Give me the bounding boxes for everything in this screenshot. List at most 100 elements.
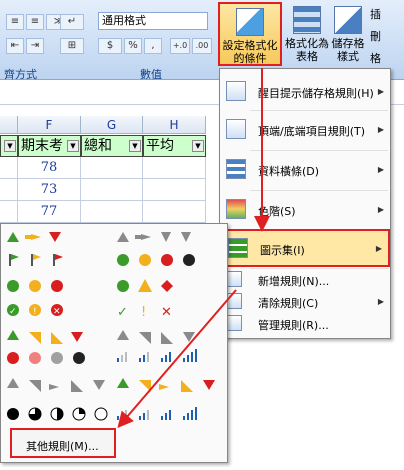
table-cell[interactable] — [143, 157, 206, 179]
icon-set-5-ratings[interactable] — [117, 407, 197, 420]
icon-set-4-ratings[interactable] — [117, 349, 197, 362]
icon-set-4-gray-diagonal-arrows[interactable] — [117, 330, 195, 344]
svg-text:!: ! — [141, 305, 146, 320]
column-header-e[interactable] — [0, 116, 18, 134]
menu-item-label: 色階(S) — [258, 205, 296, 218]
svg-text:✕: ✕ — [161, 305, 172, 320]
icon-set-3-traffic-lights[interactable] — [7, 280, 63, 292]
menu-item-data-bars[interactable]: 資料橫條(D) ▶ — [220, 151, 390, 189]
icon-set-4-traffic-lights[interactable] — [117, 254, 195, 266]
table-cell[interactable] — [143, 179, 206, 201]
svg-text:✕: ✕ — [53, 307, 61, 317]
table-cell[interactable]: 78 — [18, 157, 81, 179]
filter-dropdown-icon[interactable]: ▼ — [192, 140, 204, 152]
icon-set-3-symbols-circled[interactable]: ✓ ! ✕ — [7, 304, 63, 317]
menu-item-label: 新增規則(N)... — [258, 275, 330, 288]
highlight-cells-icon — [226, 81, 246, 101]
icon-set-5-quarters[interactable] — [7, 407, 108, 421]
menu-item-label: 圖示集(I) — [260, 244, 305, 257]
align-left-button[interactable]: ≡ — [6, 14, 24, 30]
icon-set-4-arrows[interactable] — [7, 330, 83, 344]
icon-set-4-gray-arrows[interactable] — [117, 232, 191, 242]
number-format-select[interactable]: 通用格式 — [98, 12, 208, 30]
header-cell-average[interactable]: 平均 ▼ — [143, 135, 206, 157]
header-cell-e[interactable]: ▼ — [0, 135, 18, 157]
table-cell[interactable] — [0, 201, 18, 223]
icon-set-3-arrows[interactable] — [7, 232, 61, 242]
header-final-exam-label: 期末考 — [21, 138, 63, 154]
menu-item-manage-rules[interactable]: 管理規則(R)... — [220, 313, 390, 335]
menu-item-new-rule[interactable]: 新增規則(N)... — [220, 269, 390, 291]
icon-set-3-flags[interactable] — [9, 254, 63, 266]
menu-item-label: 醒目提示儲存格規則(H) — [258, 87, 374, 100]
table-cell[interactable] — [81, 201, 143, 223]
decrease-decimal-button[interactable]: .00 — [192, 38, 212, 54]
cf-label-line2: 的條件 — [233, 52, 267, 65]
table-cell[interactable]: 77 — [18, 201, 81, 223]
top-ten-icon — [226, 119, 246, 139]
cell-style-icon — [334, 6, 362, 34]
filter-dropdown-icon[interactable]: ▼ — [4, 140, 16, 152]
increase-decimal-button[interactable]: +.0 — [170, 38, 190, 54]
cell-style-label-line1: 儲存格 — [331, 37, 365, 50]
svg-text:!: ! — [33, 307, 37, 317]
format-table-label-line1: 格式化為 — [285, 37, 329, 50]
column-header-g[interactable]: G — [81, 116, 143, 134]
menu-item-color-scales[interactable]: 色階(S) ▶ — [220, 191, 390, 229]
merge-button[interactable]: ⊞ — [60, 38, 84, 54]
menu-item-label: 資料橫條(D) — [258, 165, 320, 178]
table-icon — [293, 6, 321, 34]
header-cell-total[interactable]: 總和 ▼ — [81, 135, 143, 157]
filter-dropdown-icon[interactable]: ▼ — [129, 140, 141, 152]
alignment-group-label: 齊方式 — [4, 68, 37, 81]
percent-button[interactable]: % — [124, 38, 142, 54]
column-header-h[interactable]: H — [143, 116, 206, 134]
format-table-label-line2: 表格 — [296, 50, 318, 63]
icon-set-3-signs[interactable] — [117, 279, 173, 292]
conditional-formatting-icon — [236, 8, 264, 36]
more-rules-label: 其他規則(M)... — [26, 440, 99, 453]
currency-button[interactable]: $ — [98, 38, 122, 54]
icon-set-5-gray-arrows-left[interactable] — [7, 378, 105, 392]
header-cell-final-exam[interactable]: 期末考 ▼ — [18, 135, 81, 157]
icon-set-3-symbols[interactable]: ✓! ✕ — [117, 305, 172, 320]
decrease-indent-button[interactable]: ⇤ — [6, 38, 24, 54]
menu-item-top-bottom-rules[interactable]: 頂端/底端項目規則(T) ▶ — [220, 111, 390, 149]
submenu-arrow-icon: ▶ — [377, 297, 384, 306]
submenu-arrow-icon: ▶ — [377, 165, 384, 174]
cf-label-line1: 設定格式化 — [222, 39, 278, 52]
column-header-f[interactable]: F — [18, 116, 81, 134]
conditional-formatting-button[interactable]: 設定格式化 的條件 — [218, 2, 282, 66]
menu-item-highlight-rules[interactable]: 醒目提示儲存格規則(H) ▶ — [220, 73, 390, 109]
cell-styles-button[interactable]: 儲存格 樣式 — [330, 2, 366, 66]
submenu-arrow-icon: ▶ — [377, 125, 384, 134]
insert-button[interactable]: 插 — [370, 6, 381, 22]
table-cell[interactable] — [143, 201, 206, 223]
increase-indent-button[interactable]: ⇥ — [26, 38, 44, 54]
comma-button[interactable]: , — [144, 38, 162, 54]
menu-item-icon-sets[interactable]: 圖示集(I) ▶ — [220, 229, 390, 267]
table-cell[interactable] — [0, 179, 18, 201]
svg-text:✓: ✓ — [117, 305, 128, 320]
table-cell[interactable]: 73 — [18, 179, 81, 201]
icon-set-5-arrows[interactable] — [117, 378, 215, 392]
align-center-button[interactable]: ≡ — [26, 14, 44, 30]
table-cell[interactable] — [81, 157, 143, 179]
filter-dropdown-icon[interactable]: ▼ — [67, 140, 79, 152]
header-average-label: 平均 — [146, 138, 174, 154]
delete-button[interactable]: 刪 — [370, 28, 381, 44]
format-button[interactable]: 格 — [370, 50, 381, 66]
icon-set-gallery[interactable]: ✓ ! ✕ ✓! ✕ — [1, 224, 229, 429]
submenu-arrow-icon: ▶ — [375, 244, 382, 253]
format-as-table-button[interactable]: 格式化為 表格 — [285, 2, 329, 66]
menu-item-label: 頂端/底端項目規則(T) — [258, 125, 366, 138]
icon-set-red-to-black[interactable] — [7, 352, 85, 364]
menu-item-clear-rules[interactable]: 清除規則(C) ▶ — [220, 291, 390, 313]
conditional-formatting-menu: 醒目提示儲存格規則(H) ▶ 頂端/底端項目規則(T) ▶ 資料橫條(D) ▶ … — [219, 68, 391, 339]
table-cell[interactable] — [81, 179, 143, 201]
data-bars-icon — [226, 159, 246, 179]
table-cell[interactable] — [0, 157, 18, 179]
wrap-text-button[interactable]: ↵ — [60, 14, 84, 30]
more-rules-button[interactable]: 其他規則(M)... — [10, 428, 116, 458]
submenu-arrow-icon: ▶ — [377, 205, 384, 214]
